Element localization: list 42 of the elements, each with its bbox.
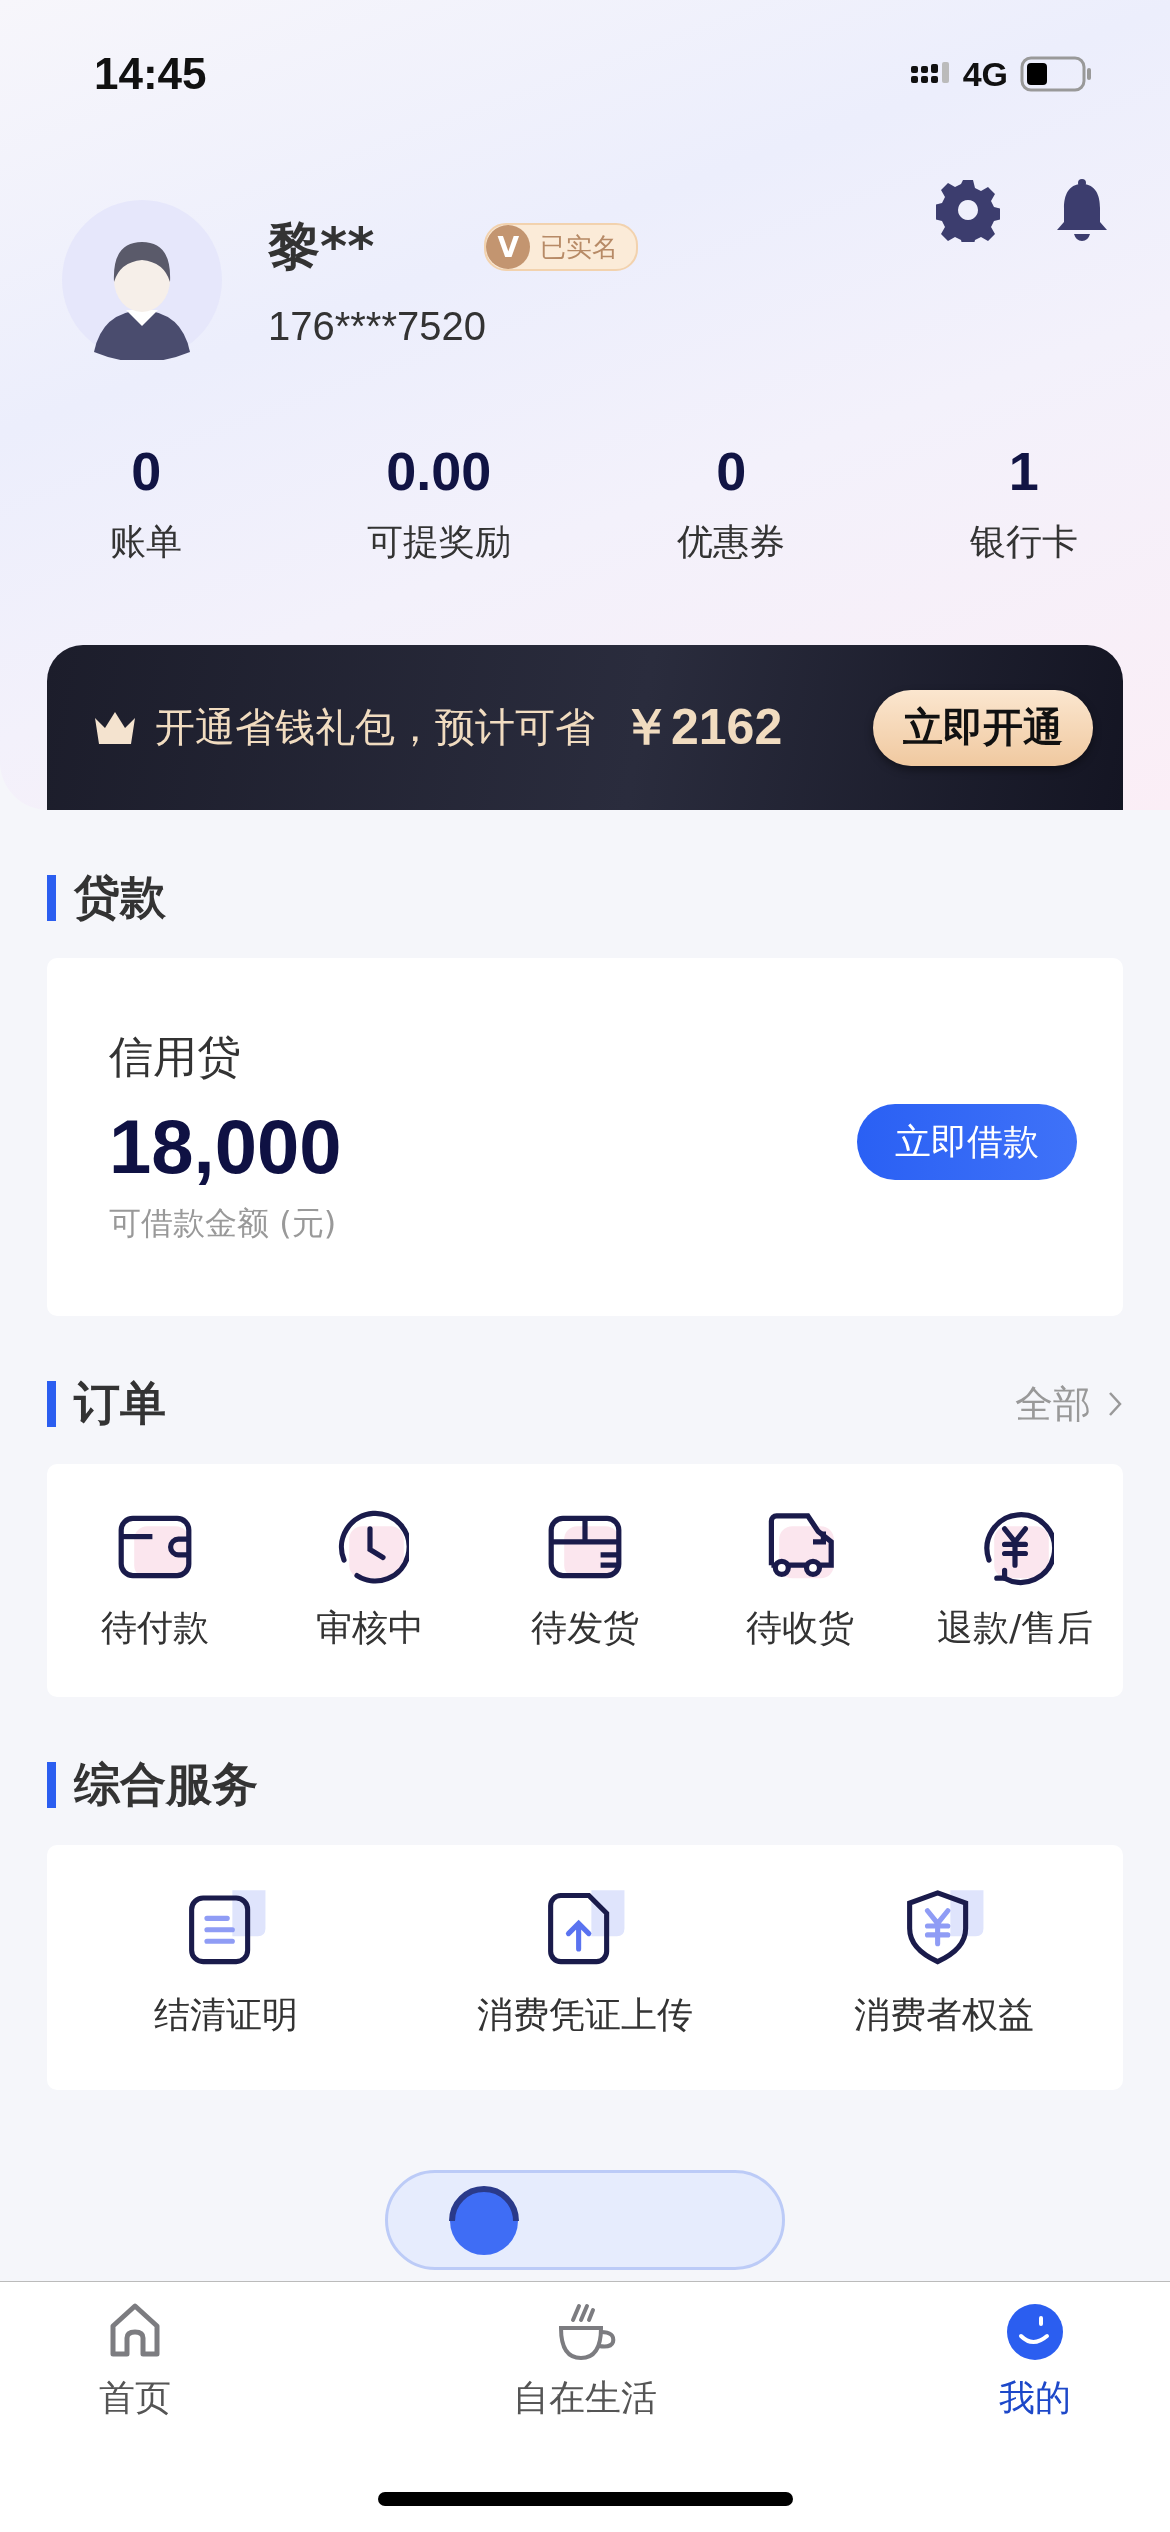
- user-name: 黎**: [268, 215, 375, 278]
- activate-button[interactable]: 立即开通: [873, 689, 1093, 766]
- phone-number: 176****7520: [268, 304, 487, 349]
- stat-value[interactable]: 1: [1008, 440, 1039, 502]
- status-time: 14:45: [94, 49, 207, 99]
- promo-text: 开通省钱礼包，预计可省: [155, 703, 595, 752]
- section-marker: [47, 875, 56, 921]
- section-title: 订单: [74, 1375, 166, 1432]
- service-item[interactable]: 结清证明: [47, 1885, 406, 2040]
- stat-label[interactable]: 优惠券: [677, 518, 786, 567]
- chevron-right-icon: [1107, 1390, 1123, 1418]
- stat-label[interactable]: 银行卡: [969, 518, 1078, 567]
- verified-badge: V 已实名: [484, 223, 639, 271]
- settings-icon[interactable]: [936, 178, 1000, 242]
- section-title: 综合服务: [74, 1756, 258, 1813]
- order-status-item[interactable]: 待发货: [477, 1508, 693, 1653]
- tab-item[interactable]: 我的: [900, 2282, 1170, 2423]
- stat-value[interactable]: 0: [716, 440, 747, 502]
- order-status-item[interactable]: 退款/售后: [907, 1508, 1123, 1653]
- stat-label[interactable]: 账单: [110, 518, 183, 567]
- order-status-item[interactable]: 审核中: [262, 1508, 478, 1653]
- order-status-item[interactable]: 待收货: [692, 1508, 908, 1653]
- stat-label[interactable]: 可提奖励: [366, 518, 511, 567]
- bell-icon[interactable]: [1054, 178, 1110, 242]
- tab-item[interactable]: 自在生活: [390, 2282, 780, 2423]
- loan-amount: 18,000: [109, 1103, 343, 1190]
- order-status-item[interactable]: 待付款: [47, 1508, 263, 1653]
- battery-icon: [1020, 56, 1092, 92]
- section-title: 贷款: [74, 869, 166, 926]
- section-marker: [47, 1381, 56, 1427]
- stat-value[interactable]: 0.00: [386, 440, 492, 502]
- product-name: 信用贷: [109, 1030, 242, 1084]
- promo-amount: ￥2162: [621, 698, 783, 757]
- service-item[interactable]: 消费凭证上传: [405, 1885, 765, 2040]
- service-item[interactable]: 消费者权益: [764, 1885, 1123, 2040]
- tab-item[interactable]: 首页: [0, 2282, 390, 2423]
- stat-value[interactable]: 0: [131, 440, 162, 502]
- signal-icon: [910, 62, 951, 86]
- network-label: 4G: [962, 54, 1008, 94]
- section-marker: [47, 1762, 56, 1808]
- amount-label: 可借款金额 (元): [109, 1203, 338, 1244]
- borrow-button[interactable]: 立即借款: [857, 1104, 1077, 1180]
